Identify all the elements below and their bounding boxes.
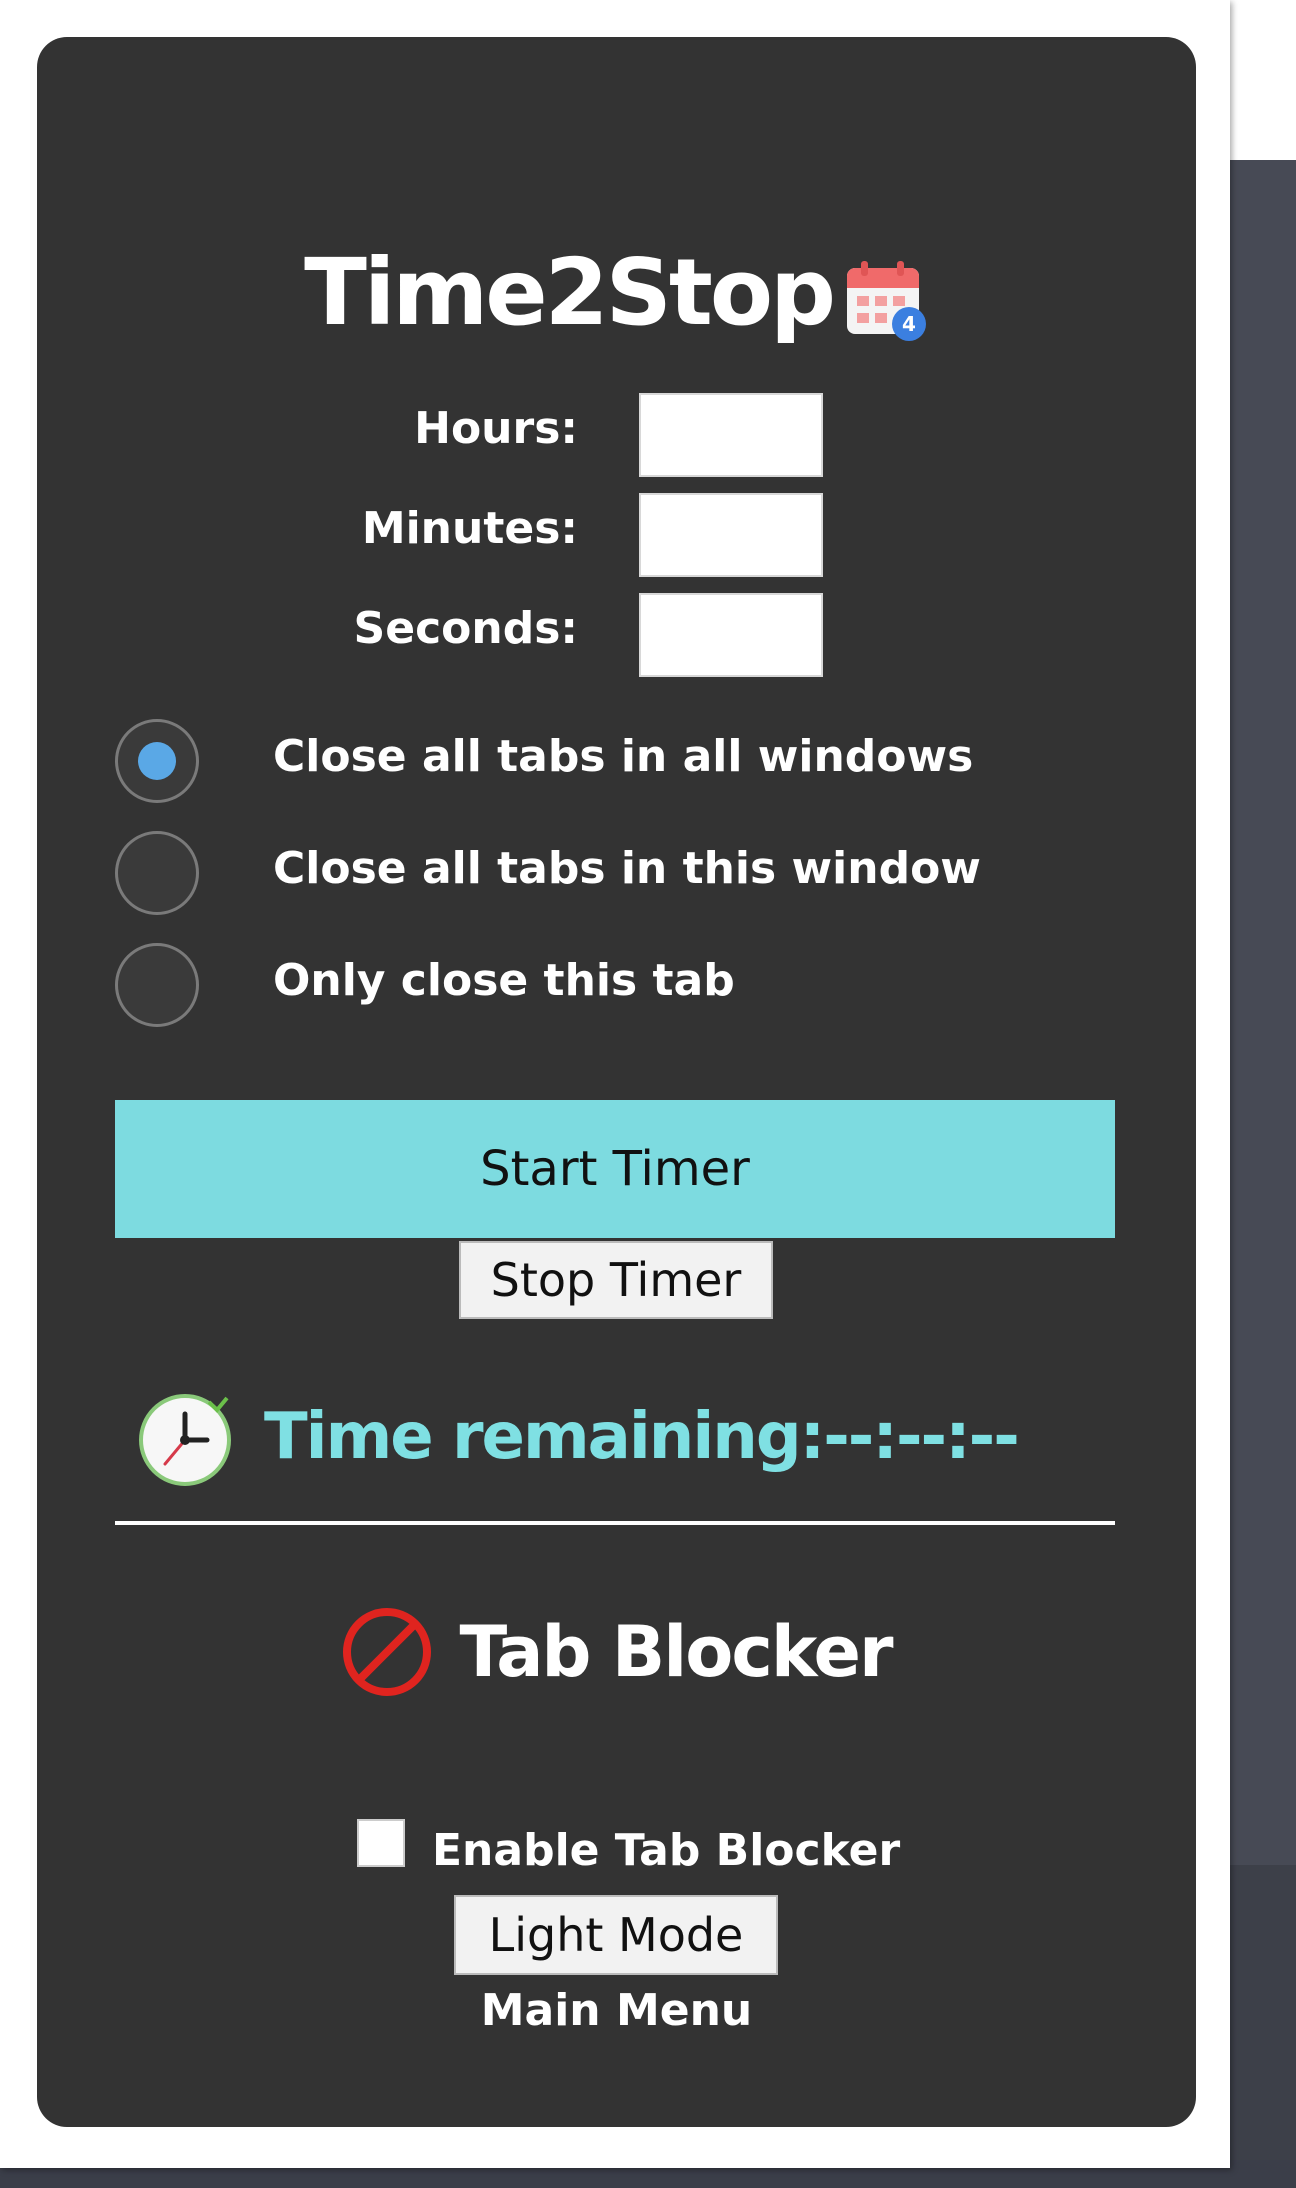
light-mode-button[interactable]: Light Mode <box>454 1895 778 1975</box>
main-panel: Time2Stop 4 Hours: Minutes: Seconds: Clo… <box>37 37 1196 2127</box>
hours-label: Hours: <box>414 403 578 454</box>
hours-row: Hours: <box>37 393 1196 481</box>
option-label: Only close this tab <box>273 955 735 1006</box>
enable-tab-blocker-row: Enable Tab Blocker <box>37 1819 1196 1889</box>
time-remaining-row: Time remaining:--:--:-- <box>137 1392 1137 1492</box>
option-close-this-window[interactable]: Close all tabs in this window <box>115 831 1115 921</box>
time-remaining-text: Time remaining:--:--:-- <box>264 1400 1020 1474</box>
seconds-input[interactable] <box>639 593 823 677</box>
option-label: Close all tabs in all windows <box>273 731 974 782</box>
minutes-input[interactable] <box>639 493 823 577</box>
option-label: Close all tabs in this window <box>273 843 981 894</box>
option-close-all-windows[interactable]: Close all tabs in all windows <box>115 719 1115 809</box>
title-row: Time2Stop 4 <box>37 232 1196 352</box>
main-menu-link[interactable]: Main Menu <box>37 1985 1196 2036</box>
clock-icon <box>137 1392 233 1488</box>
prohibited-icon <box>341 1606 433 1698</box>
enable-tab-blocker-label[interactable]: Enable Tab Blocker <box>432 1825 900 1876</box>
radio-button-selected[interactable] <box>115 719 199 803</box>
radio-button[interactable] <box>115 943 199 1027</box>
minutes-label: Minutes: <box>361 503 578 554</box>
option-close-this-tab[interactable]: Only close this tab <box>115 943 1115 1033</box>
tab-blocker-title: Tab Blocker <box>459 1611 893 1693</box>
start-timer-button[interactable]: Start Timer <box>115 1100 1115 1238</box>
enable-tab-blocker-checkbox[interactable] <box>357 1819 405 1867</box>
seconds-label: Seconds: <box>353 603 578 654</box>
stop-timer-button[interactable]: Stop Timer <box>459 1241 773 1319</box>
svg-text:4: 4 <box>902 312 916 336</box>
radio-button[interactable] <box>115 831 199 915</box>
calendar-icon: 4 <box>843 258 929 344</box>
minutes-row: Minutes: <box>37 493 1196 581</box>
tab-blocker-header: Tab Blocker <box>37 1597 1196 1707</box>
extension-popup: Time2Stop 4 Hours: Minutes: Seconds: Clo… <box>0 0 1230 2168</box>
hours-input[interactable] <box>639 393 823 477</box>
seconds-row: Seconds: <box>37 593 1196 681</box>
section-divider <box>115 1521 1115 1525</box>
app-title: Time2Stop <box>304 238 836 346</box>
